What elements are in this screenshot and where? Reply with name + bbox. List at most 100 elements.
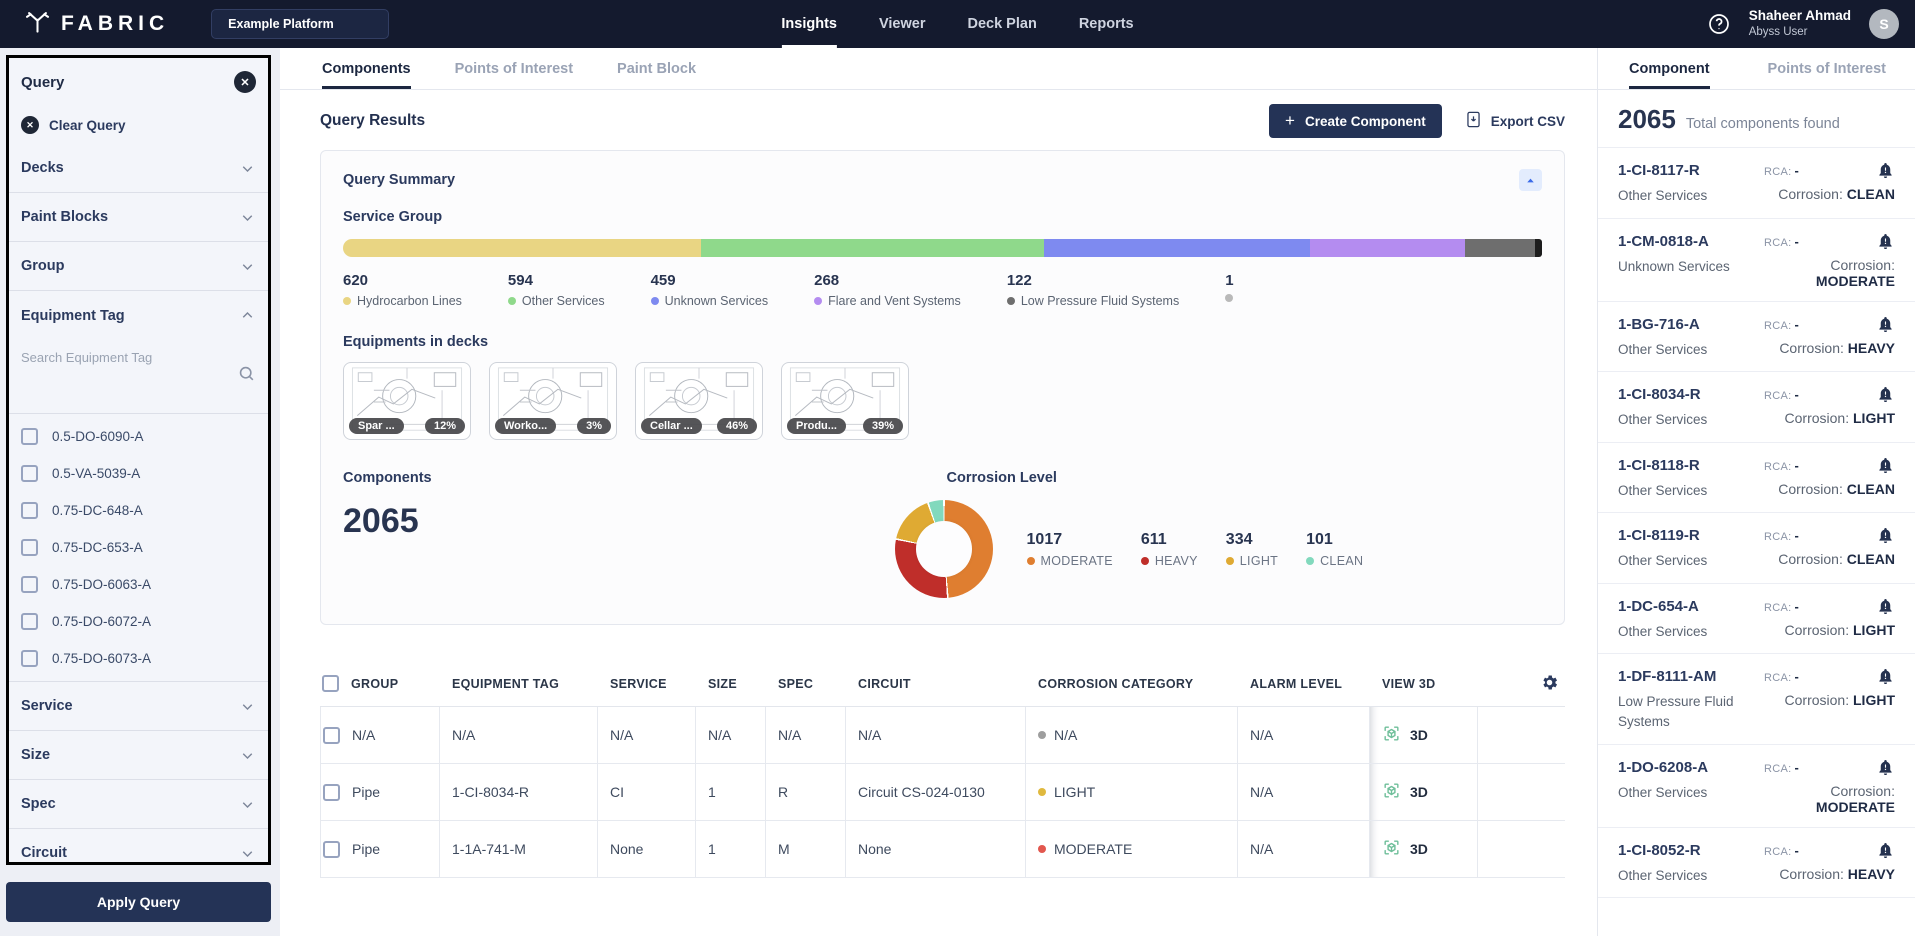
nav-item-insights[interactable]: Insights [781,0,837,48]
platform-selector[interactable]: Example Platform [211,9,389,39]
bell-icon[interactable] [1876,232,1895,251]
checkbox[interactable] [21,613,38,630]
component-list-item[interactable]: 1-CI-8052-R RCA:- Other Services Corrosi… [1598,828,1915,899]
equipment-tag-option[interactable]: 0.75-DO-6063-A [9,566,268,603]
equipment-tag-option[interactable]: 0.75-DO-6073-A [9,640,268,677]
nav-item-label: Reports [1079,16,1134,32]
filter-section-spec[interactable]: Spec [9,780,268,829]
user-block[interactable]: Shaheer Ahmad Abyss User [1749,8,1851,39]
cube-3d-icon [1382,838,1401,860]
export-csv-button[interactable]: Export CSV [1464,110,1565,132]
tab-points-of-interest[interactable]: Points of Interest [455,48,573,89]
component-service: Other Services [1618,186,1764,206]
bell-icon[interactable] [1876,667,1895,686]
filter-section-paint-blocks[interactable]: Paint Blocks [9,193,268,242]
equipment-tag-option[interactable]: 0.5-DO-6090-A [9,418,268,455]
component-list-item[interactable]: 1-CI-8119-R RCA:- Other Services Corrosi… [1598,513,1915,584]
equipments-in-decks-label: Equipments in decks [343,334,1542,350]
clear-query-button[interactable]: ✕ Clear Query [9,106,268,144]
bell-icon[interactable] [1876,597,1895,616]
corrosion-value: LIGHT [1853,622,1895,638]
bell-icon[interactable] [1876,841,1895,860]
rca-value: - [1794,458,1799,473]
component-list-item[interactable]: 1-DC-654-A RCA:- Other Services Corrosio… [1598,584,1915,655]
legend-dot [1141,557,1149,565]
equipment-tag-option[interactable]: 0.75-DC-653-A [9,529,268,566]
component-list-item[interactable]: 1-DO-6208-A RCA:- Other Services Corrosi… [1598,745,1915,828]
component-service: Other Services [1618,481,1764,501]
nav-item-viewer[interactable]: Viewer [879,0,926,48]
filter-section-service[interactable]: Service [9,682,268,731]
rca-value: - [1794,760,1799,775]
checkbox[interactable] [21,502,38,519]
deck-thumbnail[interactable]: Cellar ... 46% [635,362,763,440]
table-header-row: GROUP EQUIPMENT TAGSERVICESIZESPECCIRCUI… [320,661,1565,707]
component-list-item[interactable]: 1-CM-0818-A RCA:- Unknown Services Corro… [1598,219,1915,302]
close-query-icon[interactable]: ✕ [234,71,256,93]
legend-label: Hydrocarbon Lines [357,294,462,308]
row-checkbox[interactable] [323,727,340,744]
nav-item-deck-plan[interactable]: Deck Plan [967,0,1036,48]
rca-label: RCA: [1764,672,1791,684]
apply-query-button[interactable]: Apply Query [6,882,271,922]
component-list-item[interactable]: 1-CI-8118-R RCA:- Other Services Corrosi… [1598,443,1915,514]
component-service: Unknown Services [1618,257,1764,289]
legend-item: 459 Unknown Services [651,272,769,308]
filter-section-group[interactable]: Group [9,242,268,291]
tab-paint-block[interactable]: Paint Block [617,48,696,89]
deck-name-badge: Cellar ... [641,418,702,434]
checkbox[interactable] [21,465,38,482]
filter-section-size[interactable]: Size [9,731,268,780]
table-row[interactable]: Pipe 1-1A-741-M None 1 M None MODERATE N… [320,821,1565,878]
corrosion-label: Corrosion: [1830,257,1895,273]
deck-name-badge: Produ... [787,418,846,434]
equipment-tag-option[interactable]: 0.75-DO-6072-A [9,603,268,640]
view-3d-button[interactable]: 3D [1370,821,1478,877]
row-checkbox[interactable] [323,784,340,801]
filter-section-equipment-tag[interactable]: Equipment Tag [9,291,268,340]
bell-icon[interactable] [1876,385,1895,404]
checkbox[interactable] [21,539,38,556]
tab-component[interactable]: Component [1629,48,1710,89]
bell-icon[interactable] [1876,456,1895,475]
tab-points-of-interest[interactable]: Points of Interest [1768,48,1886,89]
cell-alarm-level: N/A [1238,707,1370,763]
checkbox[interactable] [21,428,38,445]
bell-icon[interactable] [1876,758,1895,777]
view-3d-button[interactable]: 3D [1370,764,1478,820]
right-panel-tabs: Component Points of Interest [1597,48,1915,90]
bell-icon[interactable] [1876,161,1895,180]
component-list-item[interactable]: 1-BG-716-A RCA:- Other Services Corrosio… [1598,302,1915,373]
equipment-tag-search[interactable]: Search Equipment Tag [9,340,268,414]
component-list-item[interactable]: 1-CI-8117-R RCA:- Other Services Corrosi… [1598,148,1915,219]
component-list-item[interactable]: 1-DF-8111-AM RCA:- Low Pressure Fluid Sy… [1598,654,1915,744]
bell-icon[interactable] [1876,526,1895,545]
tab-components[interactable]: Components [322,48,411,89]
component-list-item[interactable]: 1-CI-8034-R RCA:- Other Services Corrosi… [1598,372,1915,443]
nav-item-reports[interactable]: Reports [1079,0,1134,48]
checkbox[interactable] [21,650,38,667]
checkbox[interactable] [21,576,38,593]
filter-section-circuit[interactable]: Circuit [9,829,268,865]
table-row[interactable]: Pipe 1-CI-8034-R CI 1 R Circuit CS-024-0… [320,764,1565,821]
collapse-summary-button[interactable] [1519,169,1542,191]
deck-thumbnail[interactable]: Produ... 39% [781,362,909,440]
gear-icon[interactable] [1540,673,1559,695]
bell-icon[interactable] [1876,315,1895,334]
filter-section-decks[interactable]: Decks [9,144,268,193]
help-icon[interactable] [1707,12,1731,36]
user-avatar[interactable]: S [1869,9,1899,39]
equipment-tag-option[interactable]: 0.5-VA-5039-A [9,455,268,492]
table-row[interactable]: N/A N/A N/A N/A N/A N/A N/A N/A 3D [320,707,1565,764]
create-component-button[interactable]: + Create Component [1269,104,1442,138]
create-component-label: Create Component [1305,114,1426,129]
row-checkbox[interactable] [323,841,340,858]
deck-thumbnail[interactable]: Worko... 3% [489,362,617,440]
corrosion-dot [1038,731,1046,739]
search-icon[interactable] [237,364,256,383]
view-3d-button[interactable]: 3D [1370,707,1478,763]
brand[interactable]: FABRIC [24,8,169,40]
select-all-checkbox[interactable] [322,675,339,692]
deck-thumbnail[interactable]: Spar ... 12% [343,362,471,440]
equipment-tag-option[interactable]: 0.75-DC-648-A [9,492,268,529]
